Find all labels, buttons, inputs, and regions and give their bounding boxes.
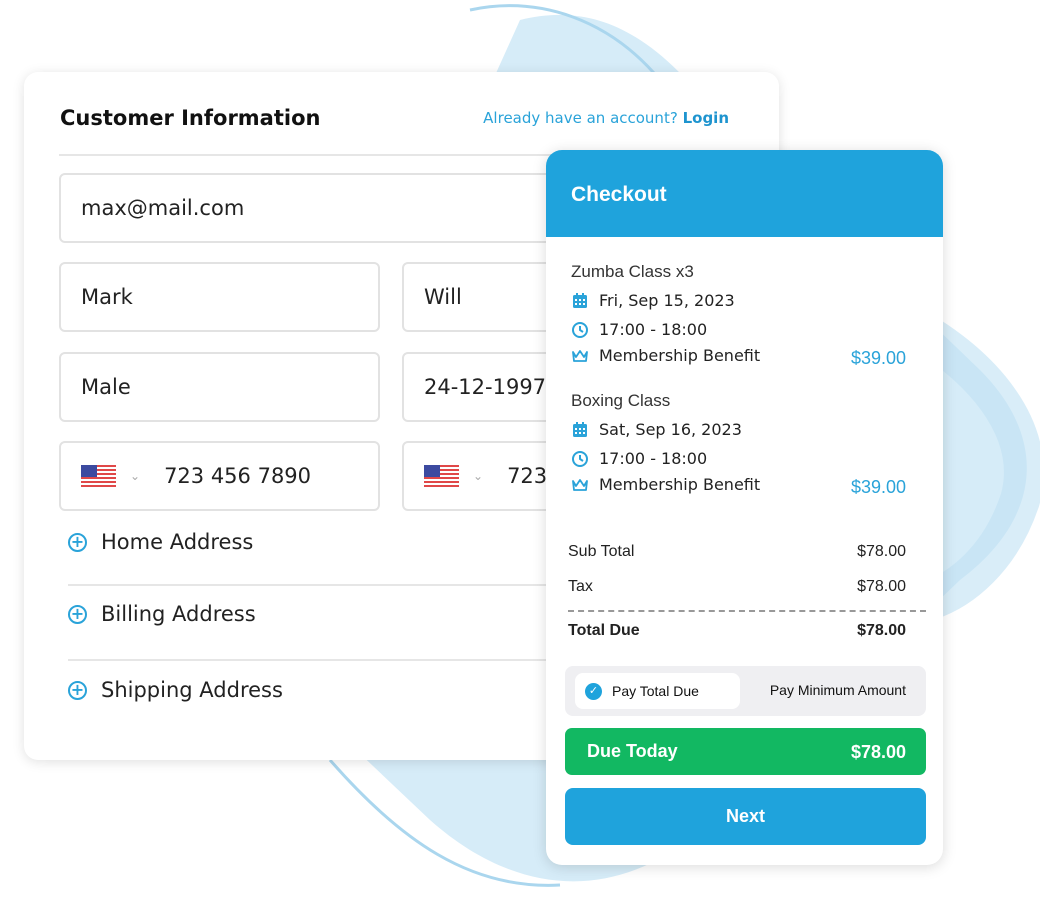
plus-circle-icon: +: [68, 604, 87, 624]
item-name: Boxing Class: [571, 391, 671, 410]
item-time: 17:00 - 18:00: [571, 320, 707, 339]
crown-icon: [572, 478, 588, 491]
plus-circle-icon: +: [68, 532, 87, 552]
checkout-panel: Checkout Zumba Class x3 Fri, Sep 15, 202…: [546, 150, 943, 865]
total-due-row: Total Due $78.00: [568, 622, 906, 639]
chevron-down-icon[interactable]: ⌄: [130, 469, 140, 483]
plus-circle-icon: +: [68, 680, 87, 700]
accordion-billing-address[interactable]: + Billing Address: [68, 602, 256, 626]
calendar-icon: [573, 292, 587, 308]
login-prompt: Already have an account? Login: [483, 109, 729, 127]
dashed-divider: [568, 610, 926, 612]
login-link[interactable]: Login: [683, 109, 729, 127]
gender-field[interactable]: Male: [59, 352, 380, 422]
next-button[interactable]: Next: [565, 788, 926, 845]
us-flag-icon[interactable]: [424, 464, 459, 488]
pay-minimum-amount-option[interactable]: Pay Minimum Amount: [770, 682, 906, 698]
due-today-banner: Due Today $78.00: [565, 728, 926, 775]
crown-icon: [572, 349, 588, 362]
pay-total-due-option[interactable]: ✓ Pay Total Due: [575, 673, 740, 709]
accordion-shipping-address[interactable]: + Shipping Address: [68, 678, 283, 702]
item-benefit: Membership Benefit: [571, 475, 760, 494]
item-price: $39.00: [850, 477, 906, 497]
item-time: 17:00 - 18:00: [571, 449, 707, 468]
payment-option-toggle: ✓ Pay Total Due Pay Minimum Amount: [565, 666, 926, 716]
clock-icon: [572, 450, 588, 467]
sub-total-row: Sub Total $78.00: [568, 543, 906, 560]
clock-icon: [572, 321, 588, 338]
chevron-down-icon[interactable]: ⌄: [473, 469, 483, 483]
item-benefit: Membership Benefit: [571, 346, 760, 365]
check-circle-icon: ✓: [585, 682, 602, 700]
calendar-icon: [573, 421, 587, 437]
phone-field[interactable]: ⌄ 723 456 7890: [59, 441, 380, 511]
item-price: $39.00: [850, 348, 906, 368]
first-name-field[interactable]: Mark: [59, 262, 380, 332]
us-flag-icon[interactable]: [81, 464, 116, 488]
item-name: Zumba Class x3: [571, 262, 694, 281]
item-date: Sat, Sep 16, 2023: [571, 420, 742, 439]
accordion-home-address[interactable]: + Home Address: [68, 530, 253, 554]
due-today-amount: $78.00: [850, 742, 906, 762]
customer-information-title: Customer Information: [60, 106, 321, 130]
tax-row: Tax $78.00: [568, 578, 906, 595]
due-today-label: Due Today: [587, 741, 678, 761]
checkout-title: Checkout: [571, 183, 667, 206]
item-date: Fri, Sep 15, 2023: [571, 291, 735, 310]
